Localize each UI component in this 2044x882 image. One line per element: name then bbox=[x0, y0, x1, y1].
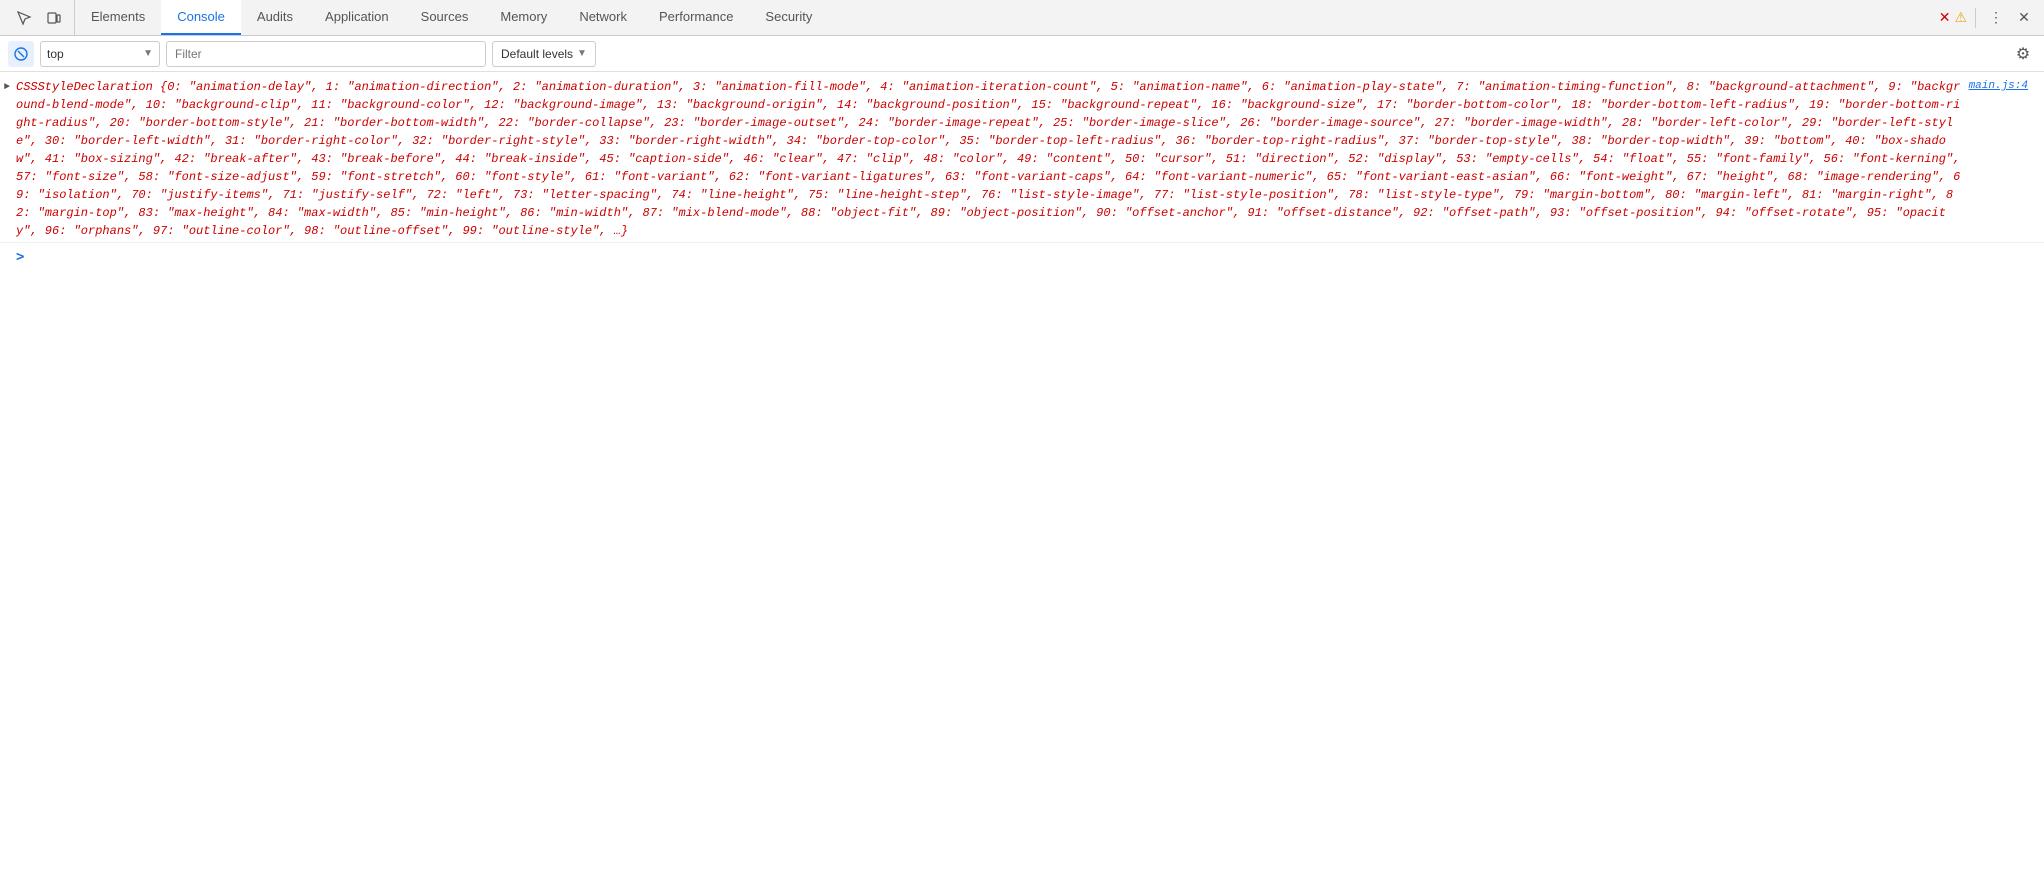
more-options-button[interactable]: ⋮ bbox=[1984, 6, 2008, 30]
console-text: CSSStyleDeclaration {0: "animation-delay… bbox=[16, 80, 1960, 238]
tab-network[interactable]: Network bbox=[563, 0, 643, 35]
context-selector[interactable]: top ▼ bbox=[40, 41, 160, 67]
tab-application[interactable]: Application bbox=[309, 0, 405, 35]
settings-button[interactable]: ⚙ bbox=[2010, 41, 2036, 67]
tab-bar: Elements Console Audits Application Sour… bbox=[0, 0, 2044, 36]
tab-sources[interactable]: Sources bbox=[405, 0, 485, 35]
tab-security[interactable]: Security bbox=[749, 0, 828, 35]
select-element-icon[interactable] bbox=[12, 6, 36, 30]
console-output: ► main.js:4 CSSStyleDeclaration {0: "ani… bbox=[0, 72, 2044, 881]
tab-console[interactable]: Console bbox=[161, 0, 241, 35]
divider bbox=[1975, 8, 1976, 28]
devtools-icons bbox=[4, 0, 75, 35]
levels-chevron-icon: ▼ bbox=[577, 48, 587, 59]
prompt-arrow-icon: > bbox=[16, 247, 24, 268]
prompt-input[interactable] bbox=[32, 249, 2028, 267]
console-entry: ► main.js:4 CSSStyleDeclaration {0: "ani… bbox=[0, 76, 2044, 243]
tab-right-icons: ✕ ⚠ ⋮ ✕ bbox=[1931, 0, 2044, 35]
tab-audits[interactable]: Audits bbox=[241, 0, 309, 35]
tab-memory[interactable]: Memory bbox=[484, 0, 563, 35]
source-link[interactable]: main.js:4 bbox=[1969, 78, 2028, 95]
close-devtools-button[interactable]: ✕ bbox=[2012, 6, 2036, 30]
filter-input[interactable] bbox=[166, 41, 486, 67]
context-label: top bbox=[47, 47, 64, 61]
context-chevron-icon: ▼ bbox=[143, 48, 153, 59]
levels-dropdown[interactable]: Default levels ▼ bbox=[492, 41, 596, 67]
device-toggle-icon[interactable] bbox=[42, 6, 66, 30]
expand-arrow-icon[interactable]: ► bbox=[4, 80, 10, 95]
tab-elements[interactable]: Elements bbox=[75, 0, 161, 35]
error-badge: ✕ bbox=[1939, 9, 1951, 26]
levels-label: Default levels bbox=[501, 47, 573, 61]
warning-badge: ⚠ bbox=[1954, 9, 1967, 26]
tab-performance[interactable]: Performance bbox=[643, 0, 749, 35]
tab-list: Elements Console Audits Application Sour… bbox=[75, 0, 1931, 35]
clear-console-button[interactable] bbox=[8, 41, 34, 67]
console-toolbar: top ▼ Default levels ▼ ⚙ bbox=[0, 36, 2044, 72]
console-entry-content: main.js:4 CSSStyleDeclaration {0: "anima… bbox=[16, 78, 2044, 240]
console-prompt-row: > bbox=[0, 243, 2044, 272]
